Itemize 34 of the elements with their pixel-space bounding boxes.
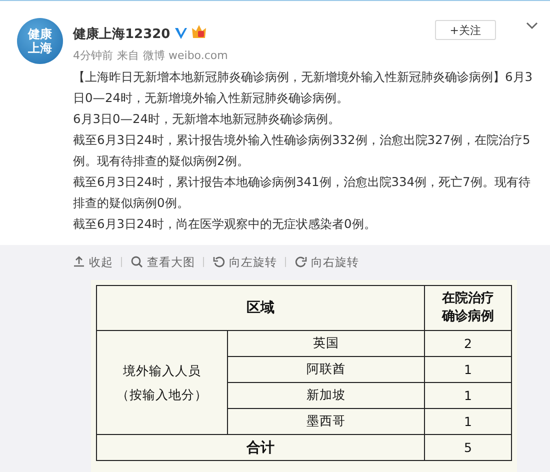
table-header: 区域 <box>96 286 424 330</box>
chevron-down-icon[interactable] <box>526 22 538 30</box>
collapse-icon <box>72 255 86 269</box>
author-name[interactable]: 健康上海12320 <box>73 25 170 43</box>
post-paragraph: 截至6月3日24时，尚在医学观察中的无症状感染者0例。 <box>73 216 377 233</box>
post-paragraph: 6月3日0—24时，无新增本地新冠肺炎确诊病例。 <box>73 111 341 128</box>
crown-icon <box>191 24 208 39</box>
toolbar-button[interactable]: 查看大图 <box>130 254 195 270</box>
table-cell: 英国 <box>228 330 424 356</box>
toolbar-button[interactable]: 向右旋转 <box>294 254 359 270</box>
post-paragraph: 截至6月3日24时，累计报告本地确诊病例341例，治愈出院334例，死亡7例。现有待排查的疑似病例0例。 <box>73 174 532 212</box>
table-cell: 1 <box>424 382 512 408</box>
toolbar-button[interactable]: 向左旋转 <box>212 254 277 270</box>
search-icon <box>130 255 144 269</box>
post-paragraph: 截至6月3日24时，累计报告境外输入性确诊病例332例，治愈出院327例，在院治疗5例。现有待排查的疑似病例2例。 <box>73 132 532 170</box>
table-header: 在院治疗 确诊病例 <box>424 286 512 330</box>
source-link[interactable]: 微博 weibo.com <box>143 48 228 63</box>
rotate-left-icon <box>212 255 226 269</box>
post-paragraph: 【上海昨日无新增本地新冠肺炎确诊病例，无新增境外输入性新冠肺炎确诊病例】6月3日0—24时，无新增境外输入性新冠肺炎确诊病例。 <box>73 69 534 107</box>
follow-button[interactable]: +关注 <box>434 20 496 40</box>
toolbar-button[interactable]: 收起 <box>72 254 113 270</box>
post-time: 4分钟前 <box>73 48 113 63</box>
table-cell: 1 <box>424 408 512 434</box>
table-cell: 5 <box>424 434 512 460</box>
rotate-right-icon <box>294 255 308 269</box>
table-cell: 新加坡 <box>228 382 424 408</box>
table-cell: 合计 <box>96 434 424 460</box>
table-cell: 墨西哥 <box>228 408 424 434</box>
avatar[interactable]: 健康 上海 <box>17 18 63 64</box>
table-cell: 阿联酋 <box>228 356 424 382</box>
table-cell: 境外输入人员 （按输入地分） <box>96 330 228 434</box>
source-label: 来自 <box>117 48 139 63</box>
table-cell: 2 <box>424 330 512 356</box>
table-cell: 1 <box>424 356 512 382</box>
